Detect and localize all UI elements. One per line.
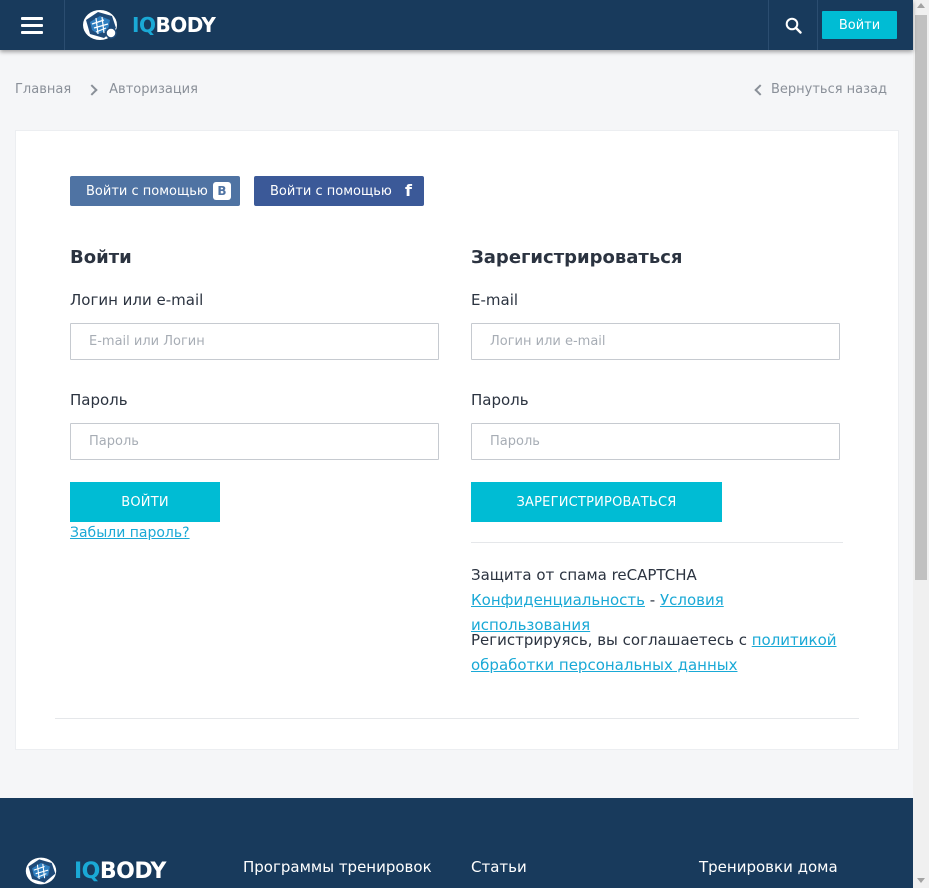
register-email-input[interactable]: [471, 323, 840, 360]
logo-text-body: BODY: [155, 13, 216, 37]
breadcrumb-home-link[interactable]: Главная: [15, 82, 71, 97]
chevron-right-icon: [86, 83, 98, 96]
login-submit-button[interactable]: ВОЙТИ: [70, 482, 220, 522]
privacy-link[interactable]: Конфиденциальность: [471, 591, 645, 609]
logo-text: IQBODY: [132, 13, 216, 37]
recaptcha-text: Защита от спама reCAPTCHA: [471, 566, 697, 584]
register-submit-button[interactable]: ЗАРЕГИСТРИРОВАТЬСЯ: [471, 482, 722, 522]
back-link-label: Вернуться назад: [770, 82, 887, 97]
menu-button[interactable]: [0, 0, 65, 50]
footer: IQBODY Программы тренировок Статьи Трени…: [0, 798, 913, 888]
footer-link-articles[interactable]: Статьи: [471, 858, 527, 876]
scrollbar-thumb[interactable]: [915, 15, 927, 580]
register-password-label: Пароль: [471, 391, 529, 409]
scroll-down-arrow-icon[interactable]: [917, 878, 925, 883]
card-divider: [55, 718, 859, 719]
recaptcha-notice: Защита от спама reCAPTCHA Конфиденциальн…: [471, 563, 843, 638]
auth-card: Войти с помощью B Войти с помощью f Войт…: [15, 130, 899, 750]
agreement-notice: Регистрируясь, вы соглашаетесь с политик…: [471, 628, 843, 678]
login-field-label: Логин или e-mail: [70, 291, 204, 309]
login-password-label: Пароль: [70, 391, 128, 409]
links-separator: -: [645, 591, 660, 609]
footer-link-home-workouts[interactable]: Тренировки дома: [699, 858, 838, 876]
chevron-left-icon: [754, 83, 766, 96]
search-button[interactable]: [768, 0, 818, 50]
breadcrumb: Главная Авторизация: [15, 82, 198, 97]
vk-icon: B: [213, 182, 231, 200]
top-navbar: IQBODY Войти: [0, 0, 913, 50]
footer-logo-text-body: BODY: [99, 858, 167, 884]
register-password-input[interactable]: [471, 423, 840, 460]
site-logo[interactable]: IQBODY: [78, 6, 216, 44]
facebook-login-button[interactable]: Войти с помощью f: [254, 176, 424, 206]
register-title: Зарегистрироваться: [471, 247, 683, 268]
header-login-button[interactable]: Войти: [822, 11, 897, 39]
login-password-input[interactable]: [70, 423, 439, 460]
logo-icon: [83, 10, 117, 40]
search-icon: [785, 17, 802, 34]
breadcrumb-current: Авторизация: [109, 82, 198, 97]
footer-link-programs[interactable]: Программы тренировок: [243, 858, 432, 876]
logo-text-iq: IQ: [132, 13, 156, 37]
register-email-label: E-mail: [471, 291, 519, 309]
footer-logo[interactable]: IQBODY: [18, 854, 166, 888]
back-link[interactable]: Вернуться назад: [754, 82, 887, 97]
forgot-password-link[interactable]: Забыли пароль?: [70, 525, 190, 541]
agreement-text: Регистрируясь, вы соглашаетесь с: [471, 631, 752, 649]
footer-logo-text-iq: IQ: [74, 858, 100, 884]
login-input[interactable]: [70, 323, 439, 360]
hamburger-icon: [21, 13, 43, 38]
facebook-icon: f: [405, 181, 412, 200]
register-divider: [471, 542, 843, 543]
scroll-up-arrow-icon[interactable]: [917, 3, 925, 8]
login-title: Войти: [70, 247, 132, 268]
page-scrollbar[interactable]: [913, 0, 929, 888]
vk-login-label: Войти с помощью: [86, 183, 208, 199]
facebook-login-label: Войти с помощью: [270, 183, 392, 199]
footer-logo-icon: [25, 857, 57, 885]
footer-logo-text: IQBODY: [74, 859, 166, 884]
vk-login-button[interactable]: Войти с помощью B: [70, 176, 240, 206]
